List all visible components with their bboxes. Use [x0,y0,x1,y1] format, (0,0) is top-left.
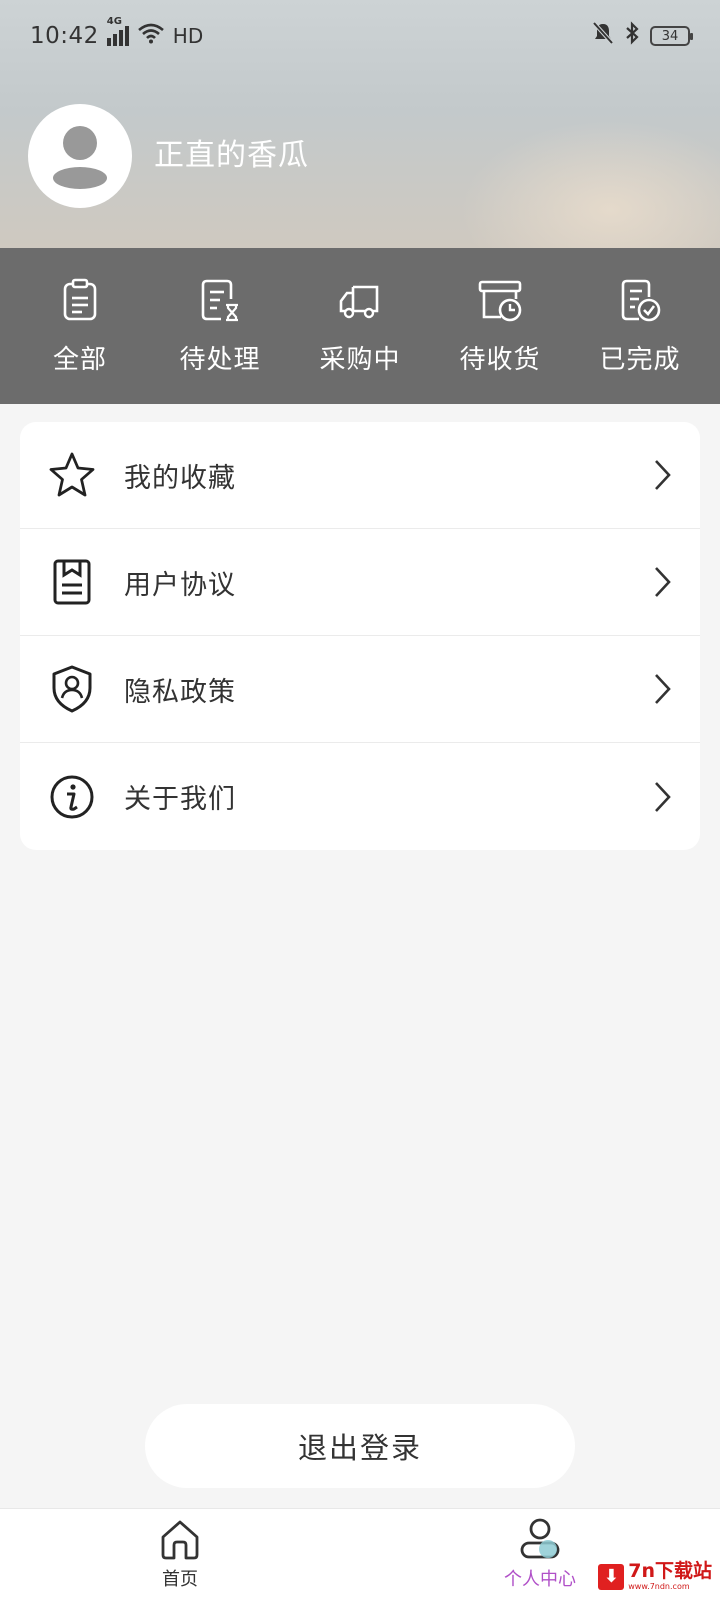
logout-button[interactable]: 退出登录 [145,1404,575,1488]
doc-check-icon [621,279,661,321]
order-purchasing-button[interactable]: 采购中 [300,277,420,376]
menu-item-label: 用户协议 [124,569,236,601]
mute-bell-icon [592,21,614,51]
menu-item-privacy-policy[interactable]: 隐私政策 [20,636,700,743]
cellular-signal-icon: 4G [106,16,129,46]
order-completed-label: 已完成 [599,344,681,375]
order-awaiting-delivery-button[interactable]: 待收货 [440,277,560,376]
order-completed-button[interactable]: 已完成 [580,277,700,376]
default-avatar-icon [53,126,107,189]
tab-home[interactable]: 首页 [140,1517,220,1591]
user-icon [520,1518,560,1559]
order-all-button[interactable]: 全部 [20,277,140,376]
menu-item-user-agreement[interactable]: 用户协议 [20,529,700,636]
pending-doc-icon [201,279,238,321]
chevron-right-icon [655,567,671,597]
tab-home-label: 首页 [162,1569,198,1590]
watermark-text: 7n下载站 [628,1560,712,1582]
info-icon [46,771,98,823]
chevron-right-icon [655,674,671,704]
network-type: 4G [106,16,122,27]
status-bar: 10:42 4G HD 34 [0,0,720,72]
download-arrow-icon: ⬇ [598,1563,625,1590]
home-icon [161,1520,199,1560]
menu-item-about-us[interactable]: 关于我们 [20,743,700,850]
wifi-label: HD [172,24,204,48]
agreement-icon [46,556,98,608]
wifi-icon [137,22,165,50]
tab-profile[interactable]: 个人中心 [490,1517,590,1591]
truck-icon [339,285,379,318]
menu-item-label: 我的收藏 [124,462,236,494]
status-time: 10:42 [30,23,99,49]
menu-item-favorites[interactable]: 我的收藏 [20,422,700,529]
tab-profile-label: 个人中心 [504,1569,576,1590]
chevron-right-icon [655,460,671,490]
order-status-bar: 全部 待处理 采购中 待收货 已完成 [0,248,720,404]
order-all-label: 全部 [52,344,107,375]
menu-item-label: 隐私政策 [124,676,236,708]
order-pending-button[interactable]: 待处理 [160,277,280,376]
menu-item-label: 关于我们 [124,784,236,815]
bluetooth-icon [624,21,640,51]
settings-menu: 我的收藏 用户协议 隐私政策 关于我们 [20,422,700,850]
watermark-logo: ⬇ 7n下载站 www.7ndn.com [598,1562,712,1591]
battery-indicator: 34 [650,26,693,46]
star-icon [46,449,98,501]
order-purchasing-label: 采购中 [319,344,401,375]
box-clock-icon [478,280,522,321]
chevron-right-icon [655,781,671,812]
username: 正直的香瓜 [154,138,309,173]
order-pending-label: 待处理 [179,344,261,375]
avatar[interactable] [28,104,132,208]
clipboard-icon [63,278,97,320]
shield-user-icon [46,663,98,715]
watermark-url: www.7ndn.com [628,1582,690,1591]
order-awaiting-delivery-label: 待收货 [459,344,541,375]
